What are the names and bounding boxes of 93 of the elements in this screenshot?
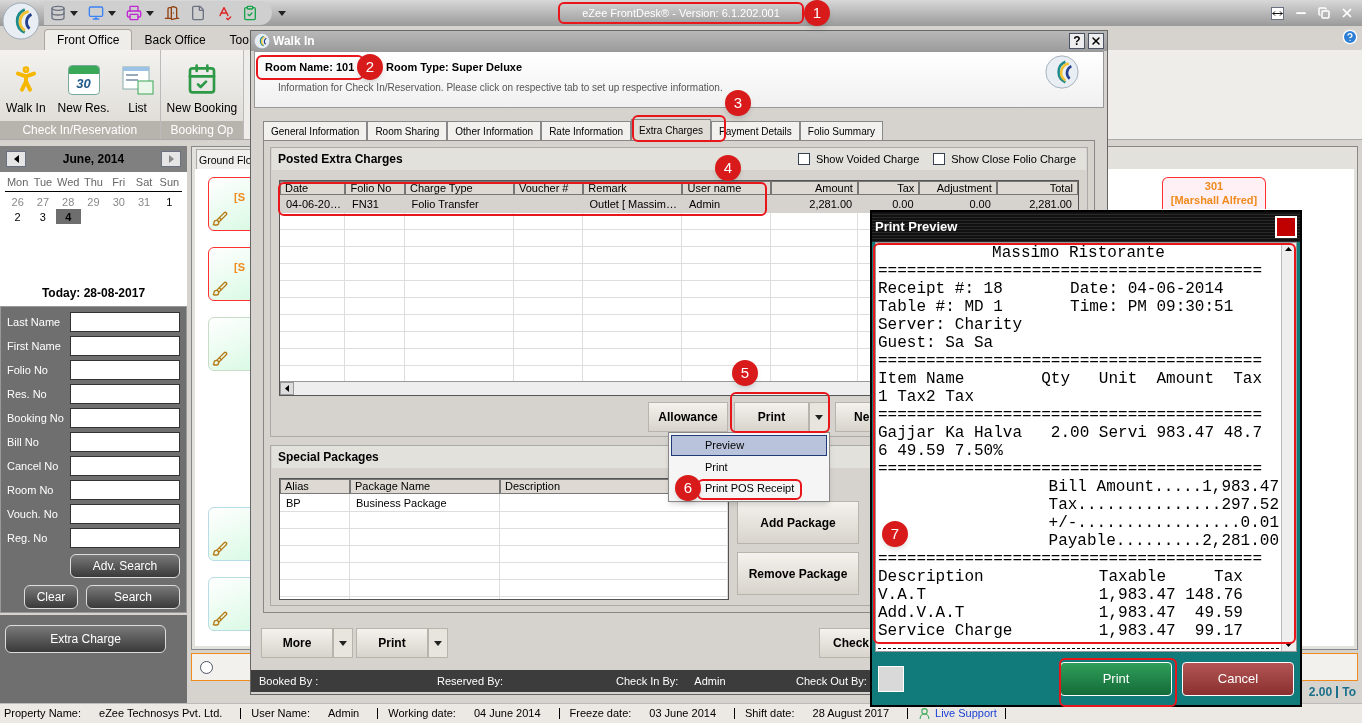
group-label: Booking Op: [160, 121, 244, 139]
preview-title: Print Preview: [875, 218, 958, 237]
weekday-label: Mon: [5, 175, 30, 190]
status-value: 28 August 2017: [812, 706, 889, 722]
checkbox-label: Show Voided Charge: [815, 151, 920, 167]
table-cell-text: 2,281.00: [808, 197, 854, 212]
receipt-line: Payable.........2,281.00: [1048, 532, 1279, 550]
field-label: Vouch. No: [7, 506, 58, 522]
status-label: Shift date:: [745, 706, 795, 722]
info-text: Information for Check In/Reservation. Please click on respective tab to set up respective information.: [278, 81, 724, 95]
field-label: Room No: [7, 482, 54, 498]
column-header: Package Name: [350, 479, 500, 494]
receipt-line: Add.V.A.T 1,983.47 49.59: [878, 604, 1243, 622]
receipt-line: Gajjar Ka Halva 2.00 Servi 983.47 48.7: [878, 424, 1263, 442]
footer-label: Check Out By:: [796, 673, 867, 689]
receipt-line: Guest: Sa Sa: [878, 334, 994, 352]
receipt-line: Massimo Ristorante: [992, 244, 1165, 262]
table-cell: Business Package: [350, 494, 500, 511]
field-label: Folio No: [7, 362, 48, 378]
status-value: 04 June 2014: [473, 706, 541, 722]
field-label: Reg. No: [7, 530, 48, 546]
total-label: To: [1342, 684, 1356, 701]
receipt-line: +/-.................0.01: [1048, 514, 1279, 532]
receipt-line: ========================================: [878, 460, 1263, 478]
weekday-label: Wed: [56, 175, 81, 190]
panel-title: Posted Extra Charges: [278, 151, 403, 168]
receipt-line: ========================================: [878, 262, 1263, 280]
field-label: Res. No: [7, 386, 47, 402]
field-label: Booking No: [7, 410, 64, 426]
status-value: Admin: [328, 706, 360, 722]
table-cell-text: 0.00: [891, 197, 915, 212]
room-label: [S: [234, 190, 245, 205]
status-label: Freeze date:: [569, 706, 632, 722]
receipt-line: Server: Charity: [878, 316, 1023, 334]
receipt-line: ========================================: [878, 352, 1263, 370]
field-label: Cancel No: [7, 458, 59, 474]
table-cell-text: Admin: [687, 197, 722, 212]
weekday-label: Thu: [83, 175, 104, 190]
receipt-line: ========================================: [878, 406, 1263, 424]
room-label: [S: [234, 260, 245, 275]
today-label: Today: 28-08-2017: [40, 285, 147, 302]
receipt-line: Tax...............297.52: [1048, 496, 1279, 514]
status-value: 03 June 2014: [649, 706, 716, 722]
status-value: eZee Technosys Pvt. Ltd.: [99, 706, 223, 722]
window-title: eZee FrontDesk® - Version: 6.1.202.001: [582, 5, 780, 21]
weekday-label: Tue: [32, 175, 54, 190]
column-header: Tax: [857, 181, 920, 195]
column-header: Adjustment: [919, 181, 997, 195]
weekday-label: Sat: [134, 175, 154, 190]
status-label: Property Name:: [4, 706, 82, 722]
column-header: Alias: [280, 479, 350, 494]
table-cell-text: 04-06-20…: [285, 197, 343, 212]
table-cell-text: FN31: [351, 197, 380, 212]
panel-title: Special Packages: [278, 449, 379, 466]
receipt-line: V.A.T 1,983.47 148.76: [878, 586, 1243, 604]
table-cell: BP: [280, 494, 350, 511]
room-type: Room Type: Super Deluxe: [386, 60, 523, 76]
receipt-line: 6 49.59 7.50%: [878, 442, 1003, 460]
weekday-label: Sun: [158, 175, 181, 190]
table-cell-text: 0.00: [968, 197, 992, 212]
checkbox-label: Show Close Folio Charge: [951, 151, 1076, 167]
status-label: User Name:: [251, 706, 311, 722]
field-label: First Name: [7, 338, 61, 354]
footer-label: Booked By :: [259, 673, 319, 689]
dialog-title: Walk In: [273, 33, 315, 50]
receipt-line: Description Taxable Tax: [878, 568, 1243, 586]
column-header: Amount: [770, 181, 858, 195]
receipt-line: Table #: MD 1 Time: PM 09:30:51: [878, 298, 1234, 316]
guest-name: [Marshall Alfred]: [1170, 193, 1258, 207]
footer-label: Reserved By:: [437, 673, 504, 689]
total-value: 2.00: [1308, 684, 1333, 701]
receipt-line: 1 Tax2 Tax: [878, 388, 974, 406]
calendar-icon: 30: [67, 65, 100, 95]
field-label: Last Name: [7, 314, 61, 330]
room-name: Room Name: 101: [265, 60, 355, 76]
field-label: Bill No: [7, 434, 39, 450]
table-cell-text: Outlet [ Massim…: [588, 197, 678, 212]
receipt-line: Service Charge 1,983.47 99.17: [878, 622, 1243, 640]
weekday-label: Fri: [111, 175, 127, 190]
column-header: User name: [682, 181, 771, 195]
room-number: 301: [1204, 179, 1224, 193]
receipt-line: Bill Amount.....1,983.47: [1048, 478, 1279, 496]
receipt-line: ========================================: [878, 550, 1263, 568]
group-label: Check In/Reservation: [0, 121, 160, 139]
receipt-line: Receipt #: 18 Date: 04-06-2014: [878, 280, 1224, 298]
footer-label: Check In By:: [616, 673, 679, 689]
footer-value: Admin: [694, 673, 726, 689]
column-header: Total: [996, 181, 1078, 195]
status-label: Working date:: [388, 706, 456, 722]
table-cell-text: Folio Transfer: [410, 197, 480, 212]
receipt-line: Item Name Qty Unit Amount Tax: [878, 370, 1263, 388]
table-cell-text: 2,281.00: [1028, 197, 1073, 212]
month-title: June, 2014: [62, 151, 125, 168]
